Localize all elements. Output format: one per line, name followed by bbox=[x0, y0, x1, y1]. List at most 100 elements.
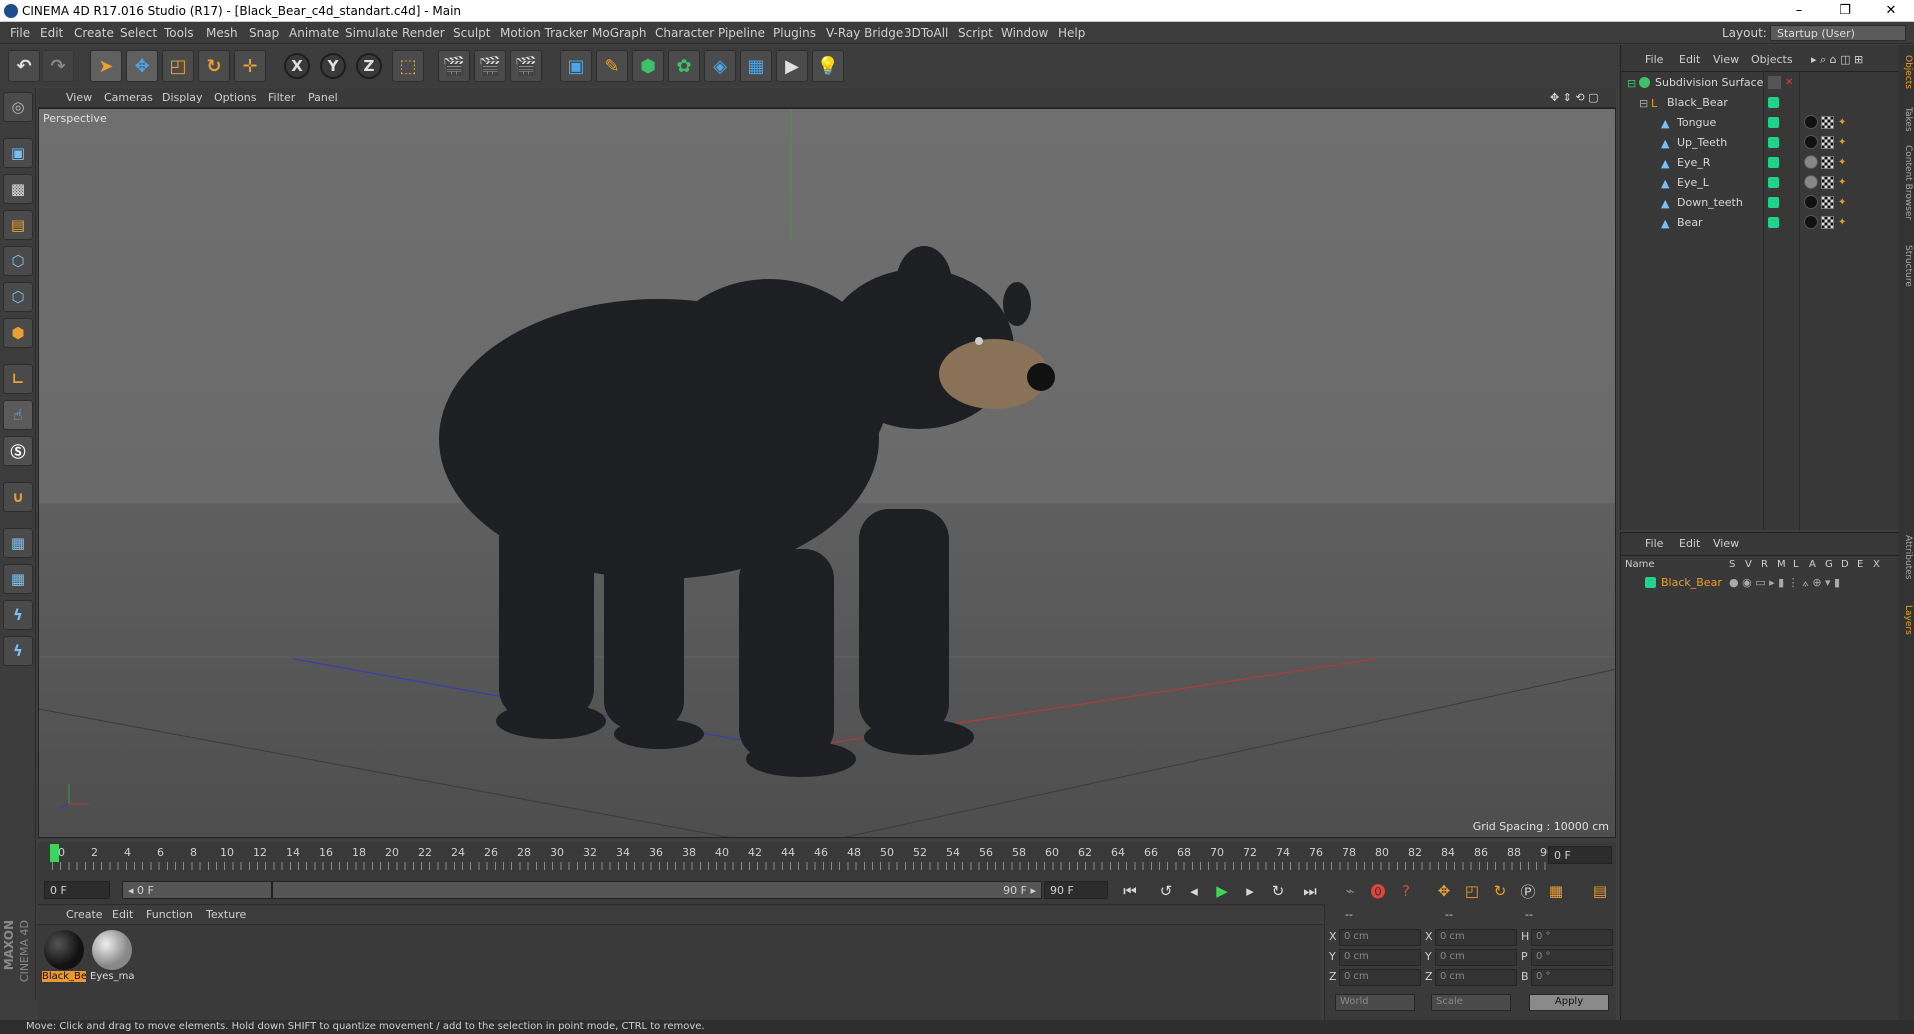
render-view-icon[interactable]: 🎬 bbox=[438, 50, 470, 82]
rotate-tool-icon[interactable]: ↻ bbox=[198, 50, 230, 82]
menu-window[interactable]: Window bbox=[1001, 26, 1048, 40]
mat-menu-function[interactable]: Function bbox=[146, 908, 193, 921]
phong-tag-icon[interactable]: ✦ bbox=[1838, 157, 1850, 169]
rot-h-field[interactable]: 0 ° bbox=[1531, 929, 1613, 946]
material-tag-icon[interactable] bbox=[1804, 135, 1818, 149]
menu-tools[interactable]: Tools bbox=[164, 26, 194, 40]
deformer-icon[interactable]: ◈ bbox=[704, 50, 736, 82]
timeline[interactable]: 0 2 4 6 8 10 12 14 16 18 20 22 24 26 28 … bbox=[38, 842, 1616, 874]
tweak-mode-icon[interactable]: ☝ bbox=[3, 400, 33, 430]
menu-plugins[interactable]: Plugins bbox=[773, 26, 816, 40]
layer-flag-icons[interactable]: ● ◉ ▭ ▸ ▮ ⋮ ⟑ ⊕ ▾ ▮ bbox=[1729, 576, 1840, 590]
object-row[interactable]: ⊟ Subdivision Surface ✕ bbox=[1621, 73, 1899, 93]
menu-3dtoall[interactable]: 3DToAll bbox=[904, 26, 948, 40]
phong-tag-icon[interactable]: ✦ bbox=[1838, 137, 1850, 149]
workplane-mode-icon[interactable]: ▤ bbox=[3, 210, 33, 240]
material-tag-icon[interactable] bbox=[1804, 215, 1818, 229]
disabled-icon[interactable]: ✕ bbox=[1785, 77, 1797, 89]
render-picture-viewer-icon[interactable]: 🎬 bbox=[474, 50, 506, 82]
x-axis-icon[interactable]: X bbox=[284, 53, 310, 79]
model-mode-icon[interactable]: ▣ bbox=[3, 138, 33, 168]
menu-animate[interactable]: Animate bbox=[289, 26, 339, 40]
mat-menu-create[interactable]: Create bbox=[66, 908, 103, 921]
camera-icon[interactable]: ▶ bbox=[776, 50, 808, 82]
obj-menu-objects[interactable]: Objects bbox=[1751, 53, 1793, 66]
vp-menu-display[interactable]: Display bbox=[162, 91, 203, 104]
size-x-field[interactable]: 0 cm bbox=[1435, 929, 1517, 946]
phong-tag-icon[interactable]: ✦ bbox=[1838, 117, 1850, 129]
cube-icon[interactable]: ▣ bbox=[560, 50, 592, 82]
expand-icon[interactable]: ⊟ bbox=[1627, 77, 1638, 90]
apply-button[interactable]: Apply bbox=[1529, 994, 1609, 1011]
recent-tool-icon[interactable]: ✛ bbox=[234, 50, 266, 82]
size-z-field[interactable]: 0 cm bbox=[1435, 969, 1517, 986]
z-axis-icon[interactable]: Z bbox=[356, 53, 382, 79]
material-black-bear[interactable]: Black_Be bbox=[42, 929, 86, 983]
planar-workplane-icon[interactable]: ▦ bbox=[3, 564, 33, 594]
light-icon[interactable]: 💡 bbox=[812, 50, 844, 82]
keyframe-icon[interactable]: ⌁ bbox=[1338, 879, 1362, 903]
menu-select[interactable]: Select bbox=[120, 26, 157, 40]
menu-file[interactable]: File bbox=[10, 26, 30, 40]
phong-tag-icon[interactable]: ✦ bbox=[1838, 177, 1850, 189]
material-tag-icon[interactable] bbox=[1804, 175, 1818, 189]
uvw-tag-icon[interactable] bbox=[1821, 196, 1834, 209]
vp-menu-panel[interactable]: Panel bbox=[308, 91, 338, 104]
layer-color-dot[interactable] bbox=[1768, 117, 1779, 128]
axis-mode-icon[interactable]: ∟ bbox=[3, 364, 33, 394]
coord-system-select[interactable]: World bbox=[1335, 994, 1415, 1011]
autokey-icon[interactable]: ? bbox=[1394, 879, 1418, 903]
range-slider-left[interactable]: ◂ 0 F bbox=[122, 881, 272, 899]
workplane-lock-icon[interactable]: ▦ bbox=[3, 528, 33, 558]
layer-color-dot[interactable] bbox=[1768, 197, 1779, 208]
live-selection-icon[interactable]: ➤ bbox=[90, 50, 122, 82]
vp-menu-options[interactable]: Options bbox=[214, 91, 256, 104]
uvw-tag-icon[interactable] bbox=[1821, 136, 1834, 149]
layout-select[interactable]: Startup (User) bbox=[1770, 25, 1906, 41]
viewport-nav-icons[interactable]: ✥ ⇕ ⟲ ▢ bbox=[1550, 91, 1599, 104]
layer-menu-file[interactable]: File bbox=[1645, 537, 1663, 550]
goto-start-icon[interactable]: ⏮ bbox=[1118, 879, 1142, 903]
phong-tag-icon[interactable]: ✦ bbox=[1838, 197, 1850, 209]
pos-y-field[interactable]: 0 cm bbox=[1339, 949, 1421, 966]
menu-motion-tracker[interactable]: Motion Tracker bbox=[500, 26, 588, 40]
material-tag-icon[interactable] bbox=[1804, 115, 1818, 129]
menu-character[interactable]: Character bbox=[655, 26, 714, 40]
array-icon[interactable]: ✿ bbox=[668, 50, 700, 82]
menu-pipeline[interactable]: Pipeline bbox=[718, 26, 765, 40]
layer-color-dot[interactable] bbox=[1768, 137, 1779, 148]
rot-b-field[interactable]: 0 ° bbox=[1531, 969, 1613, 986]
visibility-icon[interactable] bbox=[1768, 76, 1781, 89]
material-tag-icon[interactable] bbox=[1804, 155, 1818, 169]
uvw-tag-icon[interactable] bbox=[1821, 116, 1834, 129]
vp-menu-filter[interactable]: Filter bbox=[268, 91, 295, 104]
play-icon[interactable]: ▶ bbox=[1210, 879, 1234, 903]
pos-x-field[interactable]: 0 cm bbox=[1339, 929, 1421, 946]
coordinate-system-icon[interactable]: ⬚ bbox=[392, 50, 424, 82]
tab-layers[interactable]: Layers bbox=[1899, 605, 1913, 635]
tab-objects[interactable]: Objects bbox=[1899, 55, 1913, 89]
redo-icon[interactable]: ↷ bbox=[42, 50, 74, 82]
render-settings-icon[interactable]: 🎬 bbox=[510, 50, 542, 82]
object-row[interactable]: ⊟ L Black_Bear bbox=[1621, 93, 1899, 113]
object-row[interactable]: ▲ Eye_R ✦ bbox=[1621, 153, 1899, 173]
viewport[interactable]: Perspective Grid Spacing: 10000 cm bbox=[38, 108, 1616, 838]
expand-icon[interactable]: ⊟ bbox=[1639, 97, 1650, 110]
obj-toolbar-icons[interactable]: ▸ ⌕ ⌂ ◫ ⊞ bbox=[1811, 53, 1863, 67]
vp-menu-cameras[interactable]: Cameras bbox=[104, 91, 153, 104]
key-move-icon[interactable]: ✥ bbox=[1432, 879, 1456, 903]
layer-color-dot[interactable] bbox=[1768, 217, 1779, 228]
uvw-tag-icon[interactable] bbox=[1821, 156, 1834, 169]
range-slider-right[interactable]: 90 F ▸ bbox=[272, 881, 1042, 899]
close-button[interactable]: ✕ bbox=[1868, 0, 1914, 22]
menu-mesh[interactable]: Mesh bbox=[206, 26, 238, 40]
edges-mode-icon[interactable]: ⬡ bbox=[3, 282, 33, 312]
vp-menu-view[interactable]: View bbox=[66, 91, 92, 104]
layer-color-dot[interactable] bbox=[1645, 577, 1656, 588]
next-key-icon[interactable]: ↻ bbox=[1266, 879, 1290, 903]
object-row[interactable]: ▲ Eye_L ✦ bbox=[1621, 173, 1899, 193]
record-icon[interactable]: ⓿ bbox=[1366, 879, 1390, 903]
undo-icon[interactable]: ↶ bbox=[8, 50, 40, 82]
layer-row[interactable]: Black_Bear ● ◉ ▭ ▸ ▮ ⋮ ⟑ ⊕ ▾ ▮ bbox=[1621, 573, 1899, 593]
goto-end-icon[interactable]: ⏭ bbox=[1298, 879, 1322, 903]
